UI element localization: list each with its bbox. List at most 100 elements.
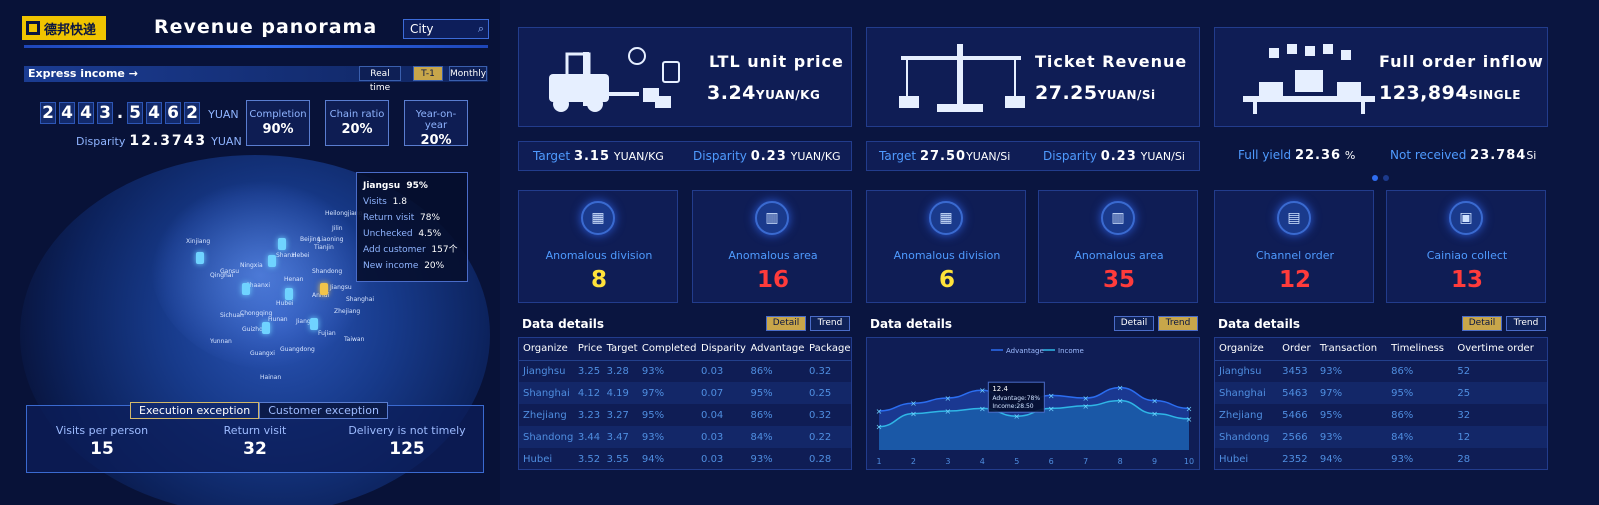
express-income-bar: Express income → Real time T-1 Monthly bbox=[24, 66, 488, 93]
column-header[interactable]: Target bbox=[602, 338, 638, 361]
ltl-anomalous-area[interactable]: ▥ Anomalous area 16 bbox=[692, 190, 852, 303]
table-row[interactable]: Shandong 2566 93% 84% 12 bbox=[1215, 426, 1547, 448]
table-cell: 93% bbox=[1319, 365, 1343, 377]
detail-button[interactable]: Detail bbox=[766, 316, 806, 331]
arrow-right-icon[interactable]: → bbox=[129, 67, 138, 80]
table-row[interactable]: Shanghai 4.12 4.19 97% 0.07 95% 0.25 bbox=[519, 382, 851, 404]
trend-button[interactable]: Trend bbox=[810, 316, 850, 331]
data-point[interactable]: × bbox=[979, 386, 986, 395]
monthly-button[interactable]: Monthly bbox=[449, 66, 487, 81]
map-city-label: Jilin bbox=[332, 225, 343, 232]
data-point[interactable]: × bbox=[945, 394, 952, 403]
column-header[interactable]: Completed bbox=[637, 338, 698, 361]
table-cell: 0.03 bbox=[701, 365, 724, 377]
clipboard-icon: ▤ bbox=[1277, 201, 1311, 235]
trend-button[interactable]: Trend bbox=[1506, 316, 1546, 331]
data-point[interactable]: × bbox=[876, 423, 883, 432]
data-point[interactable]: × bbox=[1186, 415, 1193, 424]
map-pin[interactable] bbox=[268, 255, 276, 267]
data-point[interactable]: × bbox=[1082, 402, 1089, 411]
map-city-label: Beijing bbox=[300, 236, 321, 243]
column-header[interactable]: Timeliness bbox=[1387, 338, 1454, 361]
ticket-target: Target 27.50YUAN/Si bbox=[879, 149, 1011, 164]
table-row[interactable]: Jianghsu 3.25 3.28 93% 0.03 86% 0.32 bbox=[519, 360, 851, 382]
ltl-target: Target 3.15 YUAN/KG bbox=[533, 149, 664, 164]
map-pin[interactable] bbox=[196, 252, 204, 264]
order-value: 123,894SINGLE bbox=[1379, 82, 1521, 104]
table-row[interactable]: Zhejiang 3.23 3.27 95% 0.04 86% 0.32 bbox=[519, 404, 851, 426]
table-row[interactable]: Shandong 3.44 3.47 93% 0.03 84% 0.22 bbox=[519, 426, 851, 448]
column-header[interactable]: Transaction bbox=[1315, 338, 1388, 361]
channel-order-card[interactable]: ▤ Channel order 12 bbox=[1214, 190, 1374, 303]
table-cell: 4.12 bbox=[573, 382, 603, 404]
table-row[interactable]: Hubei 3.52 3.55 94% 0.03 93% 0.28 bbox=[519, 448, 851, 470]
map-pin[interactable] bbox=[310, 318, 318, 330]
data-point[interactable]: × bbox=[1151, 410, 1158, 419]
data-point[interactable]: × bbox=[1048, 404, 1055, 413]
ticket-anomalous-division[interactable]: ▦ Anomalous division 6 bbox=[866, 190, 1026, 303]
table-cell: 95% bbox=[1387, 382, 1454, 404]
column-header[interactable]: Advantage bbox=[746, 338, 806, 361]
map-pin[interactable] bbox=[262, 322, 270, 334]
column-header[interactable]: Order bbox=[1278, 338, 1316, 361]
table-cell: Shanghai bbox=[519, 382, 574, 404]
header-divider bbox=[24, 45, 488, 48]
map-pin[interactable] bbox=[278, 238, 286, 250]
column-header[interactable]: Overtime order bbox=[1453, 338, 1547, 361]
data-point[interactable]: × bbox=[1186, 404, 1193, 413]
column-header[interactable]: Price bbox=[573, 338, 603, 361]
data-point[interactable]: × bbox=[1013, 412, 1020, 421]
table-cell: 86% bbox=[1391, 409, 1414, 421]
column-header[interactable]: Package bbox=[805, 338, 851, 361]
table-cell: 3.55 bbox=[606, 453, 629, 465]
data-point[interactable]: × bbox=[1048, 391, 1055, 400]
data-point[interactable]: × bbox=[910, 410, 917, 419]
pager-dot-active[interactable] bbox=[1372, 175, 1378, 181]
x-tick-label: 7 bbox=[1083, 457, 1088, 466]
data-point[interactable]: × bbox=[945, 407, 952, 416]
data-point[interactable]: × bbox=[1117, 397, 1124, 406]
data-point[interactable]: × bbox=[876, 407, 883, 416]
realtime-button[interactable]: Real time bbox=[359, 66, 401, 93]
table-row[interactable]: Jianghsu 3453 93% 86% 52 bbox=[1215, 360, 1547, 382]
data-point[interactable]: × bbox=[979, 404, 986, 413]
chain-ratio-kpi: Chain ratio 20% bbox=[325, 100, 389, 146]
ltl-sub-metrics: Target 3.15 YUAN/KG Disparity 0.23 YUAN/… bbox=[518, 141, 852, 171]
map-pin-selected[interactable] bbox=[320, 283, 328, 295]
order-not-received: Not received 23.784Si bbox=[1390, 148, 1537, 163]
trend-button[interactable]: Trend bbox=[1158, 316, 1198, 331]
table-cell: 3.27 bbox=[606, 409, 629, 421]
tab-customer-exception[interactable]: Customer exception bbox=[259, 402, 388, 419]
data-point[interactable]: × bbox=[1151, 397, 1158, 406]
column-header[interactable]: Organize bbox=[1215, 338, 1279, 361]
table-cell: 0.03 bbox=[701, 453, 724, 465]
table-cell: 25 bbox=[1453, 382, 1547, 404]
t1-button[interactable]: T-1 bbox=[413, 66, 443, 81]
table-row[interactable]: Zhejiang 5466 95% 86% 32 bbox=[1215, 404, 1547, 426]
search-icon[interactable]: ⌕ bbox=[478, 20, 484, 38]
table-row[interactable]: Hubei 2352 94% 93% 28 bbox=[1215, 448, 1547, 470]
column-header[interactable]: Disparity bbox=[697, 338, 747, 361]
skyscraper-icon: ▥ bbox=[755, 201, 789, 235]
income-disparity: Disparity 12.3743 YUAN bbox=[76, 133, 242, 149]
pager-dot[interactable] bbox=[1383, 175, 1389, 181]
detail-button[interactable]: Detail bbox=[1114, 316, 1154, 331]
desk-icon bbox=[1243, 44, 1375, 114]
x-tick-label: 5 bbox=[1014, 457, 1019, 466]
map-city-label: Henan bbox=[284, 276, 304, 283]
detail-button[interactable]: Detail bbox=[1462, 316, 1502, 331]
map-pin[interactable] bbox=[242, 283, 250, 295]
tab-execution-exception[interactable]: Execution exception bbox=[130, 402, 260, 419]
city-search-input[interactable]: City ⌕ bbox=[403, 19, 489, 39]
cainiao-collect-card[interactable]: ▣ Cainiao collect 13 bbox=[1386, 190, 1546, 303]
table-row[interactable]: Shanghai 5463 97% 95% 25 bbox=[1215, 382, 1547, 404]
data-point[interactable]: × bbox=[1117, 384, 1124, 393]
table-cell: 0.22 bbox=[805, 426, 851, 448]
ticket-anomalous-area[interactable]: ▥ Anomalous area 35 bbox=[1038, 190, 1198, 303]
return-visit-stat: Return visit 32 bbox=[223, 424, 287, 459]
ticket-value: 27.25YUAN/Si bbox=[1035, 82, 1156, 104]
ltl-anomalous-division[interactable]: ▦ Anomalous division 8 bbox=[518, 190, 678, 303]
data-point[interactable]: × bbox=[910, 399, 917, 408]
map-pin[interactable] bbox=[285, 288, 293, 300]
column-header[interactable]: Organize bbox=[519, 338, 574, 361]
